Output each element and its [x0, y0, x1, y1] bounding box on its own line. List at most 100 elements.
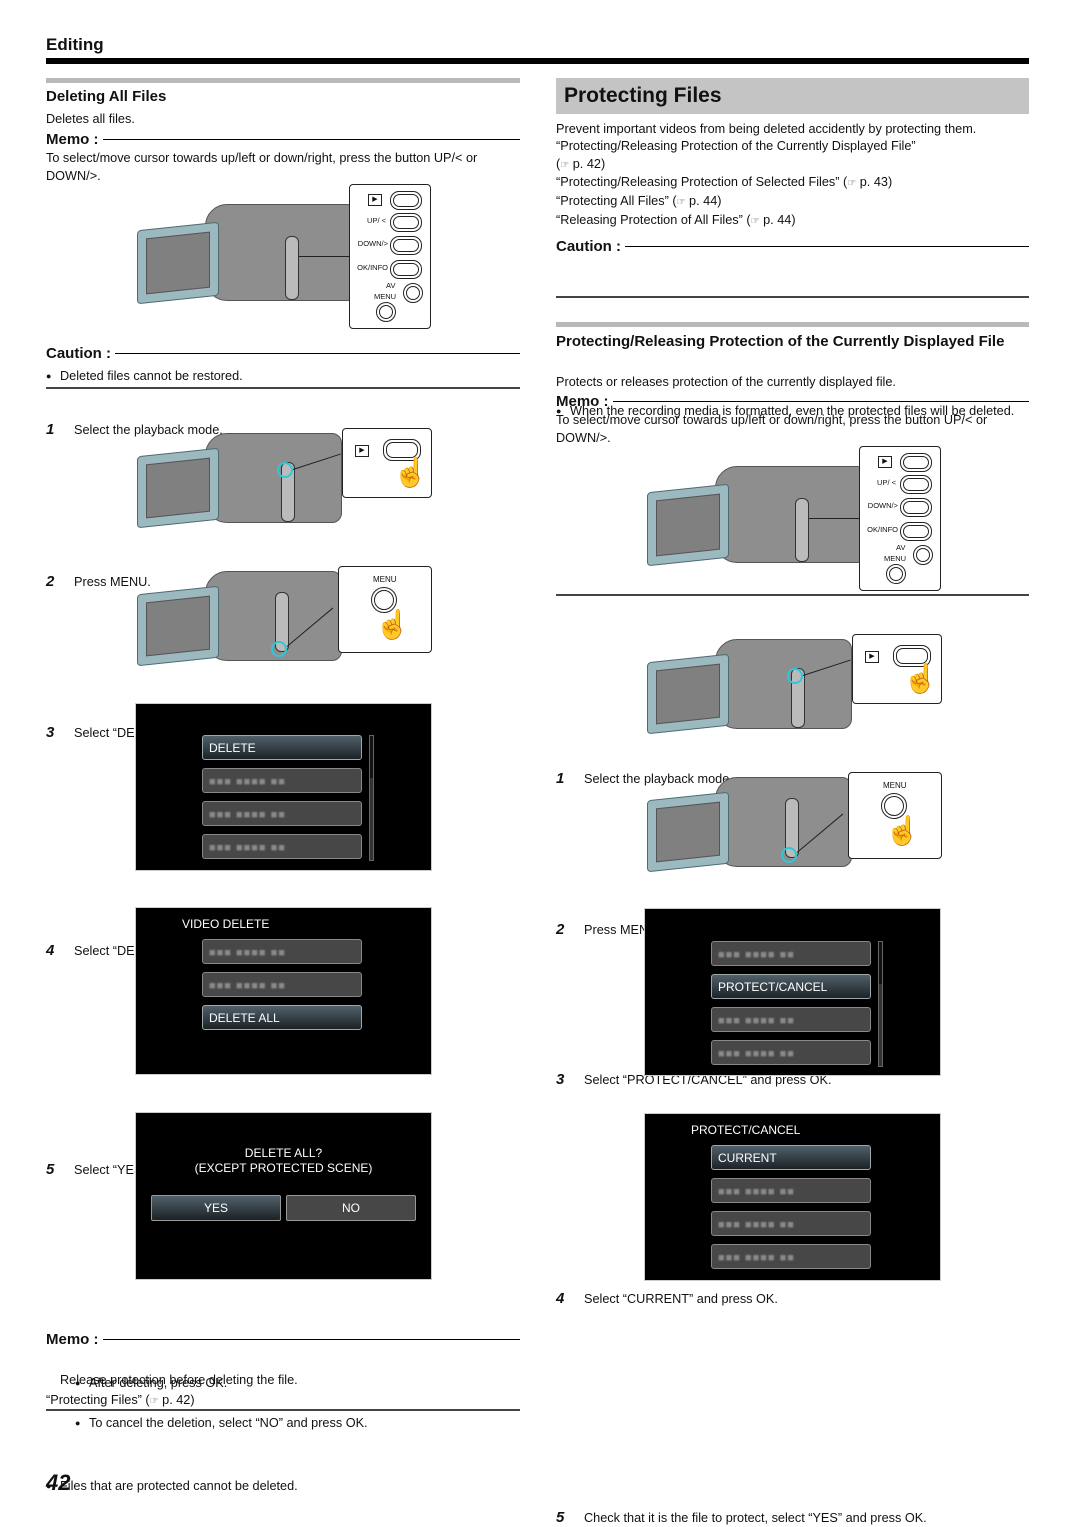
intro-text: Prevent important videos from being dele…: [556, 122, 977, 136]
after-note: To cancel the deletion, select “NO” and …: [75, 1414, 1080, 1432]
subsection-intro: Protects or releases protection of the c…: [556, 375, 896, 389]
cross-reference-link[interactable]: “Protecting/Releasing Protection of Sele…: [556, 173, 892, 193]
menu-item[interactable]: ■■■ ■■■■ ■■: [711, 1178, 871, 1203]
menu-item-current[interactable]: CURRENT: [711, 1145, 871, 1170]
cross-reference-link[interactable]: (☞ p. 42): [556, 155, 605, 175]
scrollbar[interactable]: [369, 735, 374, 861]
scrollbar[interactable]: [878, 941, 883, 1067]
step-number: 5: [556, 1509, 565, 1526]
down-button: [390, 236, 422, 255]
memo-header: Memo :: [46, 1331, 520, 1348]
step-number: 2: [46, 573, 55, 590]
highlight-ring: [277, 462, 293, 478]
cross-reference-link[interactable]: “Protecting Files” (☞ p. 42): [46, 1391, 195, 1411]
lcd-screen-delete-menu: DELETE ■■■ ■■■■ ■■ ■■■ ■■■■ ■■ ■■■ ■■■■ …: [135, 703, 432, 871]
lcd-screen-protect-options: PROTECT/CANCEL CURRENT ■■■ ■■■■ ■■ ■■■ ■…: [644, 1113, 941, 1281]
link-page[interactable]: p. 43): [856, 175, 892, 189]
menu-item[interactable]: ■■■ ■■■■ ■■: [202, 834, 362, 859]
link-text[interactable]: “Protecting All Files” (: [556, 194, 677, 208]
highlight-ring: [781, 847, 797, 863]
memo-text: To select/move cursor towards up/left or…: [46, 151, 478, 183]
lcd-screen-delete-confirm: DELETE ALL? (EXCEPT PROTECTED SCENE) YES…: [135, 1112, 432, 1280]
section-divider: [46, 78, 520, 83]
memo-header: Memo :: [556, 393, 1029, 410]
av-button: [403, 283, 423, 303]
up-label: UP/ <: [877, 478, 896, 487]
link-text[interactable]: “Releasing Protection of All Files” (: [556, 213, 751, 227]
play-button: [390, 191, 422, 210]
menu-label: MENU: [883, 781, 907, 790]
link-page[interactable]: p. 42): [569, 157, 605, 171]
ok-info-label: OK/INFO: [867, 525, 898, 534]
screen-title: PROTECT/CANCEL: [691, 1123, 801, 1137]
menu-item[interactable]: ■■■ ■■■■ ■■: [202, 939, 362, 964]
pointing-hand-icon: ☝: [885, 815, 920, 846]
section-label: Editing: [46, 35, 104, 54]
menu-item[interactable]: ■■■ ■■■■ ■■: [202, 768, 362, 793]
caution-header: Caution :: [556, 238, 1029, 255]
menu-item[interactable]: ■■■ ■■■■ ■■: [202, 801, 362, 826]
av-label: AV: [386, 281, 396, 290]
yes-button[interactable]: YES: [151, 1195, 281, 1221]
memo-item: Files that are protected cannot be delet…: [46, 1477, 1080, 1495]
step-5: 5 Check that it is the file to protect, …: [556, 1509, 1080, 1526]
down-button: [900, 498, 932, 517]
link-text[interactable]: “Protecting/Releasing Protection of the …: [556, 139, 916, 153]
menu-item-delete[interactable]: DELETE: [202, 735, 362, 760]
step-4: 4 Select “CURRENT” and press OK.: [556, 1290, 1080, 1307]
memo-label: Memo :: [46, 1331, 99, 1348]
caution-end-rule: [46, 387, 520, 389]
lcd-screen-protect-menu: ■■■ ■■■■ ■■ PROTECT/CANCEL ■■■ ■■■■ ■■ ■…: [644, 908, 941, 1076]
play-icon: ▶: [355, 445, 369, 457]
menu-item[interactable]: ■■■ ■■■■ ■■: [202, 972, 362, 997]
link-page[interactable]: p. 44): [760, 213, 795, 227]
memo-header: Memo :: [46, 131, 520, 148]
menu-item[interactable]: ■■■ ■■■■ ■■: [711, 941, 871, 966]
camera-play-illustration: ▶ ☝: [645, 634, 945, 735]
intro-text: Deletes all files.: [46, 112, 135, 126]
menu-item-protect-cancel[interactable]: PROTECT/CANCEL: [711, 974, 871, 999]
link-page[interactable]: p. 44): [686, 194, 721, 208]
memo-text: To select/move cursor towards up/left or…: [556, 413, 988, 445]
menu-item[interactable]: ■■■ ■■■■ ■■: [711, 1211, 871, 1236]
subsection-title: Protecting/Releasing Protection of the C…: [556, 333, 1005, 350]
step-number: 3: [46, 724, 55, 741]
step-number: 3: [556, 1071, 565, 1088]
highlight-ring: [787, 668, 803, 684]
cross-reference-link[interactable]: “Protecting/Releasing Protection of the …: [556, 137, 916, 155]
down-label: DOWN/>: [357, 239, 388, 248]
camera-menu-illustration: MENU ☝: [645, 772, 945, 873]
reference-hand-icon: ☞: [676, 197, 686, 208]
link-page[interactable]: p. 42): [159, 1393, 194, 1407]
step-number: 2: [556, 921, 565, 938]
play-callout: ▶ ☝: [852, 634, 942, 704]
menu-item-delete-all[interactable]: DELETE ALL: [202, 1005, 362, 1030]
up-button: [900, 475, 932, 494]
screen-title: VIDEO DELETE: [182, 917, 270, 931]
step-text: Check that it is the file to protect, se…: [584, 1511, 927, 1525]
menu-item[interactable]: ■■■ ■■■■ ■■: [711, 1244, 871, 1269]
step-number: 5: [46, 1161, 55, 1178]
ok-info-button: [390, 260, 422, 279]
cross-reference-link[interactable]: “Protecting All Files” (☞ p. 44): [556, 192, 722, 212]
step-text: Select “CURRENT” and press OK.: [584, 1292, 778, 1306]
section-title: Deleting All Files: [46, 88, 167, 105]
pointing-hand-icon: ☝: [903, 663, 938, 694]
button-callout: ▶ UP/ < DOWN/> OK/INFO AV MENU: [859, 446, 941, 591]
reference-hand-icon: ☞: [750, 216, 760, 227]
cross-reference-link[interactable]: “Releasing Protection of All Files” (☞ p…: [556, 211, 796, 231]
camera-play-illustration: ▶ ☝: [135, 428, 435, 529]
no-button[interactable]: NO: [286, 1195, 416, 1221]
button-callout: ▶ UP/ < DOWN/> OK/INFO AV MENU: [349, 184, 431, 329]
caution-label: Caution :: [556, 238, 621, 255]
link-text[interactable]: “Protecting Files” (: [46, 1393, 150, 1407]
play-icon: ▶: [368, 194, 382, 206]
caution-header: Caution :: [46, 345, 520, 362]
menu-label: MENU: [373, 575, 397, 584]
lcd-screen-video-delete: VIDEO DELETE ■■■ ■■■■ ■■ ■■■ ■■■■ ■■ DEL…: [135, 907, 432, 1075]
up-label: UP/ <: [367, 216, 386, 225]
highlight-ring: [271, 641, 287, 657]
link-text[interactable]: “Protecting/Releasing Protection of Sele…: [556, 175, 847, 189]
menu-item[interactable]: ■■■ ■■■■ ■■: [711, 1007, 871, 1032]
menu-item[interactable]: ■■■ ■■■■ ■■: [711, 1040, 871, 1065]
